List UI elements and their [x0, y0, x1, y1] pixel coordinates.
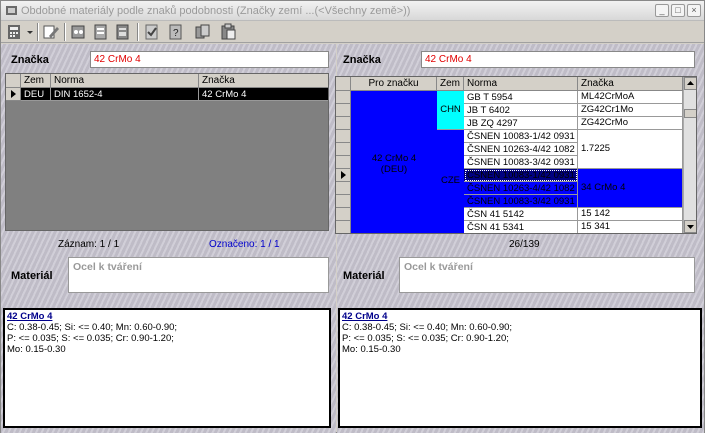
- maximize-button[interactable]: □: [671, 4, 685, 17]
- edit-icon[interactable]: [41, 23, 61, 41]
- cell-znacka[interactable]: 34 CrMo 4: [578, 169, 683, 208]
- cell-norma[interactable]: GB T 5954: [464, 91, 578, 104]
- window-title: Obdobné materiály podle znaků podobnosti…: [21, 5, 411, 17]
- zem-chn-cell[interactable]: CHN: [437, 91, 464, 130]
- row-indicator: [336, 169, 351, 182]
- column-header-pro-znacku[interactable]: Pro značku: [351, 77, 437, 91]
- row-indicator: [336, 130, 351, 143]
- toolbar: ?: [1, 21, 704, 43]
- cell-norma[interactable]: ČSNEN 10263-4/42 1082: [464, 143, 578, 156]
- toolbar-separator: [64, 23, 66, 41]
- cell-norma[interactable]: ČSNEN 10083-1/42 0931: [464, 130, 578, 143]
- grid-corner: [6, 74, 21, 88]
- right-grid: Pro značku Zem Norma Značka 42 CrMo 4 (DE…: [335, 76, 697, 234]
- left-info-title[interactable]: 42 CrMo 4: [7, 311, 52, 322]
- doc2-icon[interactable]: [113, 23, 133, 41]
- help-doc-icon[interactable]: ?: [166, 23, 186, 41]
- right-znacka-field[interactable]: 42 CrMo 4: [421, 51, 695, 68]
- left-info-line: Mo: 0.15-0.30: [7, 344, 66, 355]
- left-znacka-label: Značka: [11, 54, 49, 66]
- row-indicator: [336, 208, 351, 221]
- group-label: 42 CrMo 4: [371, 153, 417, 164]
- row-indicator: [336, 91, 351, 104]
- left-info-panel: 42 CrMo 4 C: 0.38-0.45; Si: <= 0.40; Mn:…: [3, 308, 331, 428]
- paste-icon[interactable]: [219, 23, 239, 41]
- cell-norma[interactable]: DIN 1652-4: [51, 88, 199, 101]
- right-znacka-label: Značka: [343, 54, 381, 66]
- right-material-field[interactable]: Ocel k tváření: [399, 257, 695, 293]
- row-indicator-icon: [6, 88, 21, 101]
- vertical-scrollbar[interactable]: [683, 77, 696, 233]
- cell-norma[interactable]: ČSN 41 5142: [464, 208, 578, 221]
- cell-norma[interactable]: JB ZQ 4297: [464, 117, 578, 130]
- column-header-norma[interactable]: Norma: [464, 77, 578, 91]
- cars-icon[interactable]: [69, 23, 89, 41]
- scroll-thumb[interactable]: [684, 109, 696, 118]
- cell-norma[interactable]: ČSNEN 10083-3/42 0931: [464, 156, 578, 169]
- group-cell-pro-znacku[interactable]: 42 CrMo 4 (DEU): [351, 91, 437, 233]
- title-bar: Obdobné materiály podle znaků podobnosti…: [1, 1, 704, 21]
- cell-znacka[interactable]: 1.7225: [578, 130, 683, 169]
- left-info-line: C: 0.38-0.45; Si: <= 0.40; Mn: 0.60-0.90…: [7, 322, 178, 333]
- column-header-znacka[interactable]: Značka: [199, 74, 328, 88]
- svg-text:?: ?: [173, 28, 179, 39]
- row-indicator: [336, 221, 351, 233]
- row-indicator: [336, 182, 351, 195]
- cell-norma[interactable]: ČSNEN 10083-1/42 0931: [464, 169, 578, 182]
- row-indicator: [336, 117, 351, 130]
- cell-znacka[interactable]: ZG42CrMo: [578, 117, 683, 130]
- cell-znacka[interactable]: 15 341: [578, 221, 683, 233]
- left-grid: Zem Norma Značka DEU DIN 1652-4 42 CrMo …: [5, 73, 329, 231]
- close-button[interactable]: ×: [687, 4, 701, 17]
- minimize-button[interactable]: _: [655, 4, 669, 17]
- scroll-down-icon[interactable]: [684, 220, 696, 233]
- right-info-line: P: <= 0.035; S: <= 0.035; Cr: 0.90-1.20;: [342, 333, 509, 344]
- left-znacka-field[interactable]: 42 CrMo 4: [90, 51, 329, 68]
- copy-icon[interactable]: [193, 23, 213, 41]
- column-header-zem[interactable]: Zem: [437, 77, 464, 91]
- right-info-line: C: 0.38-0.45; Si: <= 0.40; Mn: 0.60-0.90…: [342, 322, 513, 333]
- cell-norma[interactable]: ČSNEN 10263-4/42 1082: [464, 182, 578, 195]
- row-indicator: [336, 143, 351, 156]
- right-material-label: Materiál: [343, 270, 385, 282]
- doc-icon[interactable]: [91, 23, 111, 41]
- row-indicator: [336, 104, 351, 117]
- check-icon[interactable]: [142, 23, 162, 41]
- cell-norma[interactable]: ČSNEN 10083-3/42 0931: [464, 195, 578, 208]
- main-window: Obdobné materiály podle znaků podobnosti…: [0, 0, 705, 433]
- right-record-status: 26/139: [509, 239, 540, 250]
- toolbar-separator: [37, 23, 39, 41]
- right-info-panel: 42 CrMo 4 C: 0.38-0.45; Si: <= 0.40; Mn:…: [338, 308, 702, 428]
- cell-znacka[interactable]: 42 CrMo 4: [199, 88, 328, 101]
- right-info-line: Mo: 0.15-0.30: [342, 344, 401, 355]
- left-marked-status: Označeno: 1 / 1: [209, 239, 280, 250]
- chevron-down-icon[interactable]: [25, 23, 35, 41]
- column-header-zem[interactable]: Zem: [21, 74, 51, 88]
- left-material-label: Materiál: [11, 270, 53, 282]
- cell-norma[interactable]: ČSN 41 5341: [464, 221, 578, 233]
- app-icon: [6, 6, 17, 15]
- cell-norma[interactable]: JB T 6402: [464, 104, 578, 117]
- scroll-up-icon[interactable]: [684, 77, 696, 90]
- cell-znacka[interactable]: 15 142: [578, 208, 683, 221]
- right-info-title[interactable]: 42 CrMo 4: [342, 311, 387, 322]
- column-header-znacka[interactable]: Značka: [578, 77, 683, 91]
- left-record-status: Záznam: 1 / 1: [58, 239, 120, 250]
- row-indicator: [336, 195, 351, 208]
- left-material-field[interactable]: Ocel k tváření: [68, 257, 329, 293]
- zem-cze-cell[interactable]: CZE: [437, 130, 464, 233]
- row-indicator: [336, 156, 351, 169]
- cell-znacka[interactable]: ML42CrMoA: [578, 91, 683, 104]
- left-info-line: P: <= 0.035; S: <= 0.035; Cr: 0.90-1.20;: [7, 333, 174, 344]
- column-header-norma[interactable]: Norma: [51, 74, 199, 88]
- group-sub: (DEU): [380, 164, 408, 175]
- calculator-icon[interactable]: [5, 23, 25, 41]
- cell-zem[interactable]: DEU: [21, 88, 51, 101]
- toolbar-separator: [137, 23, 139, 41]
- cell-znacka[interactable]: ZG42Cr1Mo: [578, 104, 683, 117]
- grid-corner: [336, 77, 351, 91]
